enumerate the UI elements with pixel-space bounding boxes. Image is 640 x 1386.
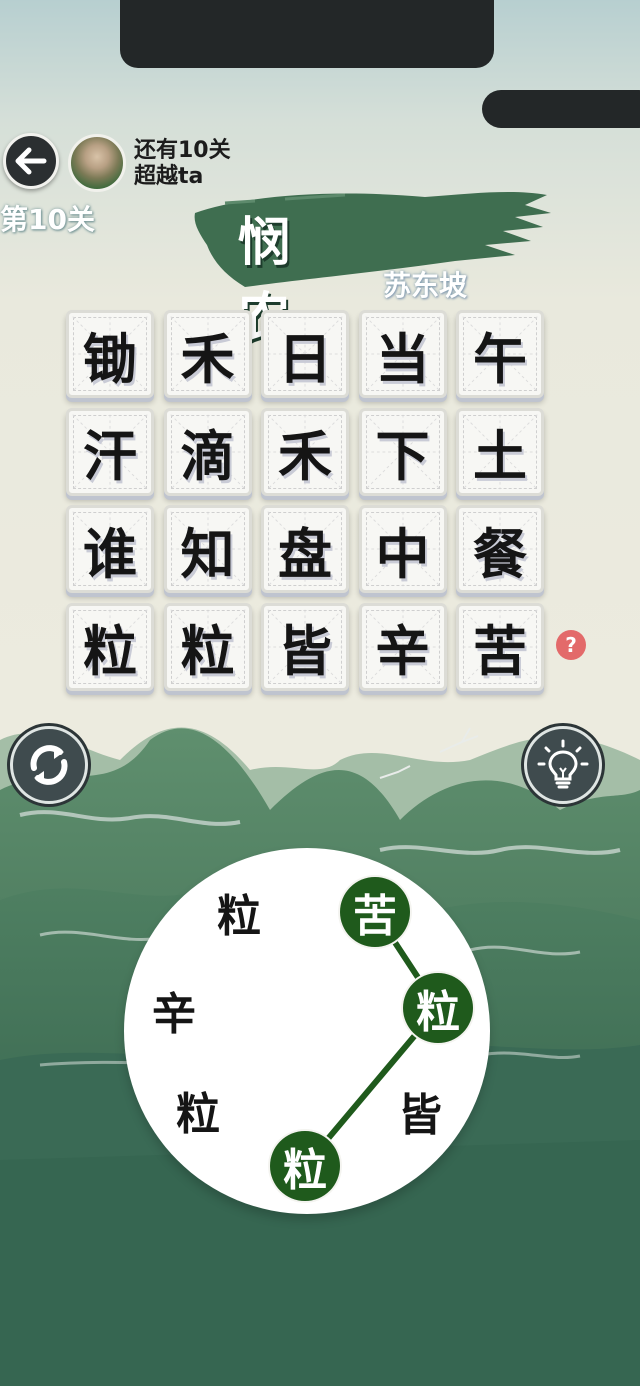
grid-char: 汗 [83, 425, 137, 488]
grid-char: 下 [375, 425, 430, 488]
grid-cell: 粒 [163, 602, 252, 691]
grid-cell: 日 [261, 310, 349, 398]
grid-char: 辛 [375, 620, 430, 683]
grid-char: 滴 [180, 425, 235, 488]
grid-cell: 辛 [358, 602, 447, 691]
wheel-char[interactable]: 皆 [385, 1076, 455, 1146]
wheel-char[interactable]: 粒 [163, 1075, 233, 1145]
level-label: 第10关 [0, 203, 95, 236]
grid-cell: 当 [358, 310, 447, 398]
back-button[interactable] [3, 133, 59, 189]
wheel-char[interactable]: 辛 [139, 975, 209, 1045]
lightbulb-icon [537, 739, 589, 789]
grid-char: 粒 [180, 620, 235, 683]
grid-char: 粒 [83, 620, 137, 683]
wheel-char-selected[interactable]: 苦 [340, 877, 410, 947]
grid-cell: 滴 [163, 407, 252, 496]
status-pill [482, 90, 640, 128]
grid-char: 中 [375, 522, 430, 586]
grid-char: 日 [278, 327, 332, 391]
shuffle-button[interactable] [10, 726, 88, 804]
grid-char: 谁 [83, 522, 137, 586]
poem-author: 苏东坡 [383, 269, 468, 302]
grid-cell: 苦 [456, 602, 544, 691]
grid-cell: 下 [358, 407, 447, 496]
grid-char: 盘 [278, 522, 332, 586]
grid-char: 禾 [278, 425, 332, 488]
grid-cell: 谁 [66, 505, 154, 593]
grid-cell: 禾 [261, 407, 349, 496]
grid-cell: 粒 [66, 602, 154, 691]
camera-notch [120, 0, 494, 68]
grid-char: 知 [180, 522, 235, 586]
wheel-char-selected[interactable]: 粒 [403, 973, 473, 1043]
grid-cell: 中 [358, 505, 447, 593]
grid-cell: 餐 [456, 505, 544, 593]
wheel-char-selected[interactable]: 粒 [270, 1131, 340, 1201]
wheel-char[interactable]: 粒 [204, 877, 274, 947]
grid-cell: 禾 [163, 310, 252, 398]
grid-cell: 皆 [261, 602, 349, 691]
poem-grid: 锄禾日当午汗滴禾下土谁知盘中餐粒粒皆辛苦 [66, 310, 546, 691]
grid-char: 午 [473, 327, 527, 391]
refresh-icon [30, 745, 68, 785]
hint-button[interactable] [524, 726, 602, 804]
grid-char: 禾 [180, 327, 235, 391]
grid-char: 皆 [278, 620, 332, 683]
help-button[interactable]: ? [556, 630, 586, 660]
grid-cell: 知 [163, 505, 252, 593]
surpass-line-1: 还有10关 [134, 138, 231, 163]
grid-cell: 土 [456, 407, 544, 496]
grid-char: 当 [375, 327, 430, 391]
back-arrow-icon [15, 147, 47, 175]
grid-char: 餐 [473, 522, 527, 586]
letter-wheel[interactable]: 粒苦粒皆粒粒辛 [124, 848, 490, 1214]
grid-cell: 锄 [66, 310, 154, 398]
grid-char: 土 [473, 425, 527, 488]
grid-cell: 午 [456, 310, 544, 398]
grid-char: 锄 [83, 327, 137, 391]
grid-char: 苦 [473, 620, 527, 683]
grid-cell: 盘 [261, 505, 349, 593]
question-icon: ? [565, 633, 577, 657]
grid-cell: 汗 [66, 407, 154, 496]
rival-avatar [68, 134, 126, 192]
